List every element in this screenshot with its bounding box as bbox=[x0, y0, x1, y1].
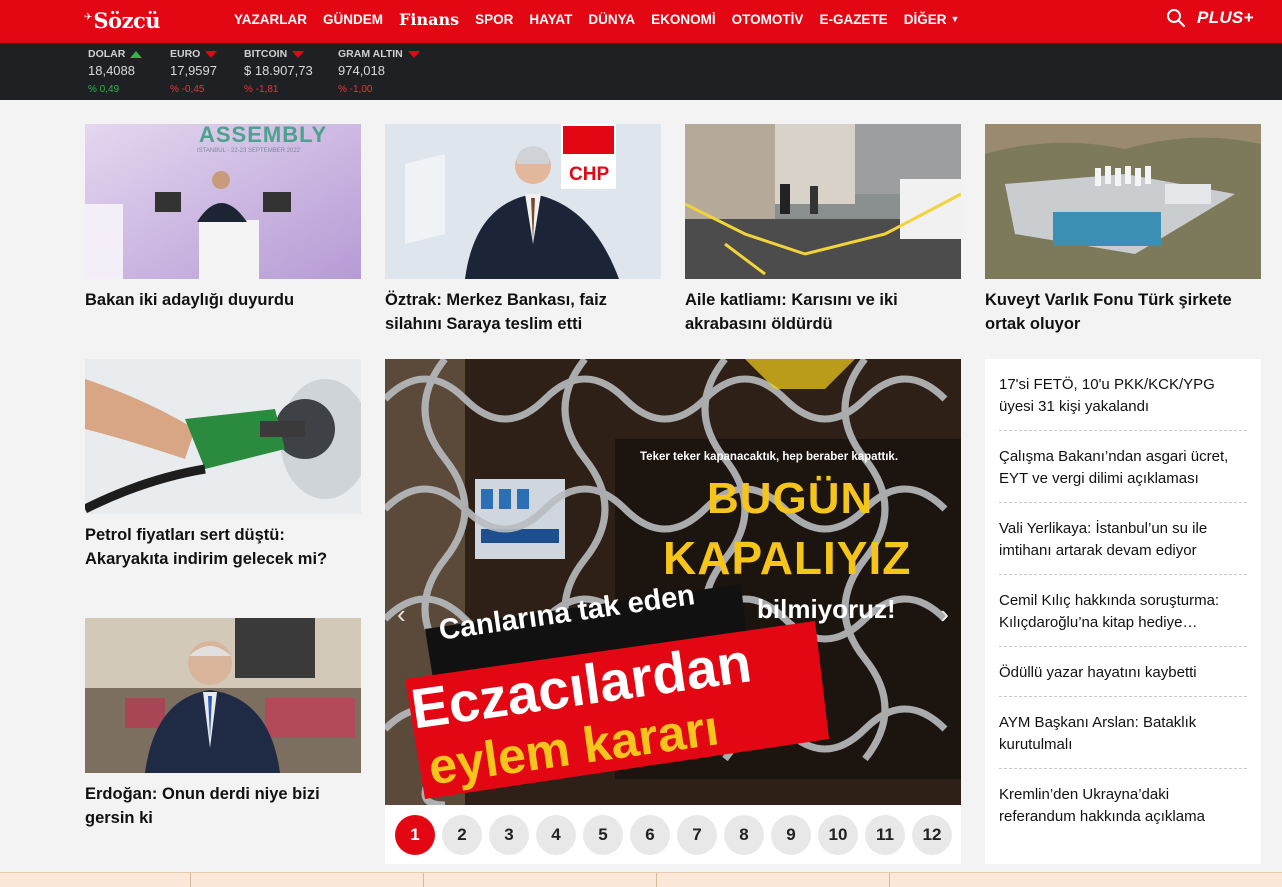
news-card-image bbox=[985, 124, 1261, 279]
sign-top-text: Teker teker kapanacaktık, hep beraber ka… bbox=[640, 451, 899, 463]
slider-page-9[interactable]: 9 bbox=[771, 815, 811, 855]
nav-item-dunya[interactable]: DÜNYA bbox=[588, 12, 635, 27]
arrow-down-icon bbox=[407, 50, 420, 58]
nav-item-spor[interactable]: SPOR bbox=[475, 12, 513, 27]
slider-page-11[interactable]: 11 bbox=[865, 815, 905, 855]
main-nav: YAZARLAR GÜNDEM Finans SPOR HAYAT DÜNYA … bbox=[234, 0, 975, 38]
slider-page-2[interactable]: 2 bbox=[442, 815, 482, 855]
nav-item-yazarlar[interactable]: YAZARLAR bbox=[234, 12, 307, 27]
news-card-title[interactable]: Aile katliamı: Karısını ve iki akrabasın… bbox=[685, 288, 961, 336]
nav-item-diger-label: DİĞER bbox=[903, 11, 947, 27]
news-card-image bbox=[85, 618, 361, 773]
headline-item[interactable]: Ödüllü yazar hayatını kaybetti bbox=[999, 647, 1247, 697]
market-item-gram-altin[interactable]: GRAM ALTIN 974,018 % -1,00 bbox=[338, 48, 420, 95]
market-change: % -0,45 bbox=[170, 84, 205, 95]
sign-big-text-1: BUGÜN bbox=[707, 474, 874, 523]
news-card[interactable]: ASSEMBLY ISTANBUL - 22-23 SEPTEMBER 2022… bbox=[85, 124, 361, 312]
logo-bird-icon: ✈ bbox=[84, 11, 93, 23]
market-change: % 0,49 bbox=[88, 84, 120, 95]
market-item-bitcoin[interactable]: BITCOIN $ 18.907,73 % -1,81 bbox=[244, 48, 313, 95]
headline-item[interactable]: Vali Yerlikaya: İstanbul’un su ile imtih… bbox=[999, 503, 1247, 575]
bottom-strip bbox=[0, 872, 1282, 887]
slider-page-4[interactable]: 4 bbox=[536, 815, 576, 855]
market-item-euro[interactable]: EURO 17,9597 % -0,45 bbox=[170, 48, 218, 95]
news-card[interactable]: CHP Öztrak: Merkez Bankası, faiz silahın… bbox=[385, 124, 661, 336]
headline-list: 17'si FETÖ, 10'u PKK/KCK/YPG üyesi 31 ki… bbox=[985, 359, 1261, 864]
market-label: BITCOIN bbox=[244, 48, 288, 60]
news-card-title[interactable]: Kuveyt Varlık Fonu Türk şirkete ortak ol… bbox=[985, 288, 1261, 336]
headline-item[interactable]: Kremlin’den Ukrayna’daki referandum hakk… bbox=[999, 769, 1247, 840]
market-change: % -1,81 bbox=[244, 84, 279, 95]
nav-item-diger[interactable]: DİĞER ▼ bbox=[904, 12, 960, 27]
arrow-down-icon bbox=[292, 50, 305, 58]
news-card[interactable]: Erdoğan: Onun derdi niye bizi gersin ki bbox=[85, 618, 361, 830]
news-card[interactable]: Aile katliamı: Karısını ve iki akrabasın… bbox=[685, 124, 961, 336]
news-card-title[interactable]: Bakan iki adaylığı duyurdu bbox=[85, 288, 361, 312]
slider-page-7[interactable]: 7 bbox=[677, 815, 717, 855]
slider-page-5[interactable]: 5 bbox=[583, 815, 623, 855]
plus-subscription-link[interactable]: PLUS+ bbox=[1197, 8, 1254, 28]
market-label: GRAM ALTIN bbox=[338, 48, 403, 60]
arrow-down-icon bbox=[205, 50, 218, 58]
slider-page-6[interactable]: 6 bbox=[630, 815, 670, 855]
site-logo[interactable]: ✈ Sözcü bbox=[84, 6, 161, 34]
image-caption-text: ASSEMBLY bbox=[199, 124, 328, 147]
sign-big-text-2: KAPALIYIZ bbox=[663, 532, 912, 584]
headline-item[interactable]: 17'si FETÖ, 10'u PKK/KCK/YPG üyesi 31 ki… bbox=[999, 359, 1247, 431]
slider-image[interactable]: Teker teker kapanacaktık, hep beraber ka… bbox=[385, 359, 961, 805]
news-card-image bbox=[85, 359, 361, 514]
headline-item[interactable]: Cemil Kılıç hakkında soruşturma: Kılıçda… bbox=[999, 575, 1247, 647]
news-card-title[interactable]: Öztrak: Merkez Bankası, faiz silahını Sa… bbox=[385, 288, 661, 336]
market-item-dolar[interactable]: DOLAR 18,4088 % 0,49 bbox=[88, 48, 143, 95]
nav-item-otomotiv[interactable]: OTOMOTİV bbox=[732, 12, 804, 27]
headline-slider: Teker teker kapanacaktık, hep beraber ka… bbox=[385, 359, 961, 864]
market-change: % -1,00 bbox=[338, 84, 373, 95]
news-card-image: CHP bbox=[385, 124, 661, 279]
headline-item[interactable]: Çalışma Bakanı’ndan asgari ücret, EYT ve… bbox=[999, 431, 1247, 503]
nav-item-gundem[interactable]: GÜNDEM bbox=[323, 12, 383, 27]
divider bbox=[423, 873, 424, 887]
nav-item-e-gazete[interactable]: E-GAZETE bbox=[819, 12, 887, 27]
image-caption-subtext: ISTANBUL - 22-23 SEPTEMBER 2022 bbox=[197, 148, 301, 154]
top-navigation-bar: ✈ Sözcü YAZARLAR GÜNDEM Finans SPOR HAYA… bbox=[0, 0, 1282, 43]
slider-page-1[interactable]: 1 bbox=[395, 815, 435, 855]
slider-pagination: 1 2 3 4 5 6 7 8 9 10 11 12 bbox=[395, 815, 952, 855]
market-label: EURO bbox=[170, 48, 201, 60]
caret-down-icon: ▼ bbox=[950, 13, 960, 24]
market-ticker-bar: DOLAR 18,4088 % 0,49 EURO 17,9597 % -0,4… bbox=[0, 43, 1282, 100]
logo-text: Sözcü bbox=[93, 7, 161, 33]
slider-page-12[interactable]: 12 bbox=[912, 815, 952, 855]
market-value: 17,9597 bbox=[170, 63, 217, 78]
divider bbox=[656, 873, 657, 887]
news-card[interactable]: Kuveyt Varlık Fonu Türk şirkete ortak ol… bbox=[985, 124, 1261, 336]
slider-page-8[interactable]: 8 bbox=[724, 815, 764, 855]
slider-page-3[interactable]: 3 bbox=[489, 815, 529, 855]
nav-item-hayat[interactable]: HAYAT bbox=[529, 12, 572, 27]
nav-item-finans[interactable]: Finans bbox=[399, 10, 459, 29]
image-caption-text: CHP bbox=[567, 164, 612, 186]
arrow-up-icon bbox=[130, 50, 143, 58]
slider-prev-arrow[interactable]: ‹ bbox=[397, 599, 406, 630]
divider bbox=[889, 873, 890, 887]
search-icon[interactable] bbox=[1166, 8, 1186, 28]
news-card-title[interactable]: Petrol fiyatları sert düştü: Akaryakıta … bbox=[85, 523, 361, 571]
slider-page-10[interactable]: 10 bbox=[818, 815, 858, 855]
news-card-image bbox=[685, 124, 961, 279]
market-value: 974,018 bbox=[338, 63, 385, 78]
nav-item-ekonomi[interactable]: EKONOMİ bbox=[651, 12, 716, 27]
divider bbox=[190, 873, 191, 887]
news-card[interactable]: Petrol fiyatları sert düştü: Akaryakıta … bbox=[85, 359, 361, 571]
news-card-image: ASSEMBLY ISTANBUL - 22-23 SEPTEMBER 2022 bbox=[85, 124, 361, 279]
sign-sub-text: bilmiyoruz! bbox=[757, 594, 896, 624]
market-value: $ 18.907,73 bbox=[244, 63, 313, 78]
market-label: DOLAR bbox=[88, 48, 126, 60]
headline-item[interactable]: AYM Başkanı Arslan: Bataklık kurutulmalı bbox=[999, 697, 1247, 769]
slider-next-arrow[interactable]: › bbox=[940, 599, 949, 630]
news-card-title[interactable]: Erdoğan: Onun derdi niye bizi gersin ki bbox=[85, 782, 361, 830]
market-value: 18,4088 bbox=[88, 63, 135, 78]
